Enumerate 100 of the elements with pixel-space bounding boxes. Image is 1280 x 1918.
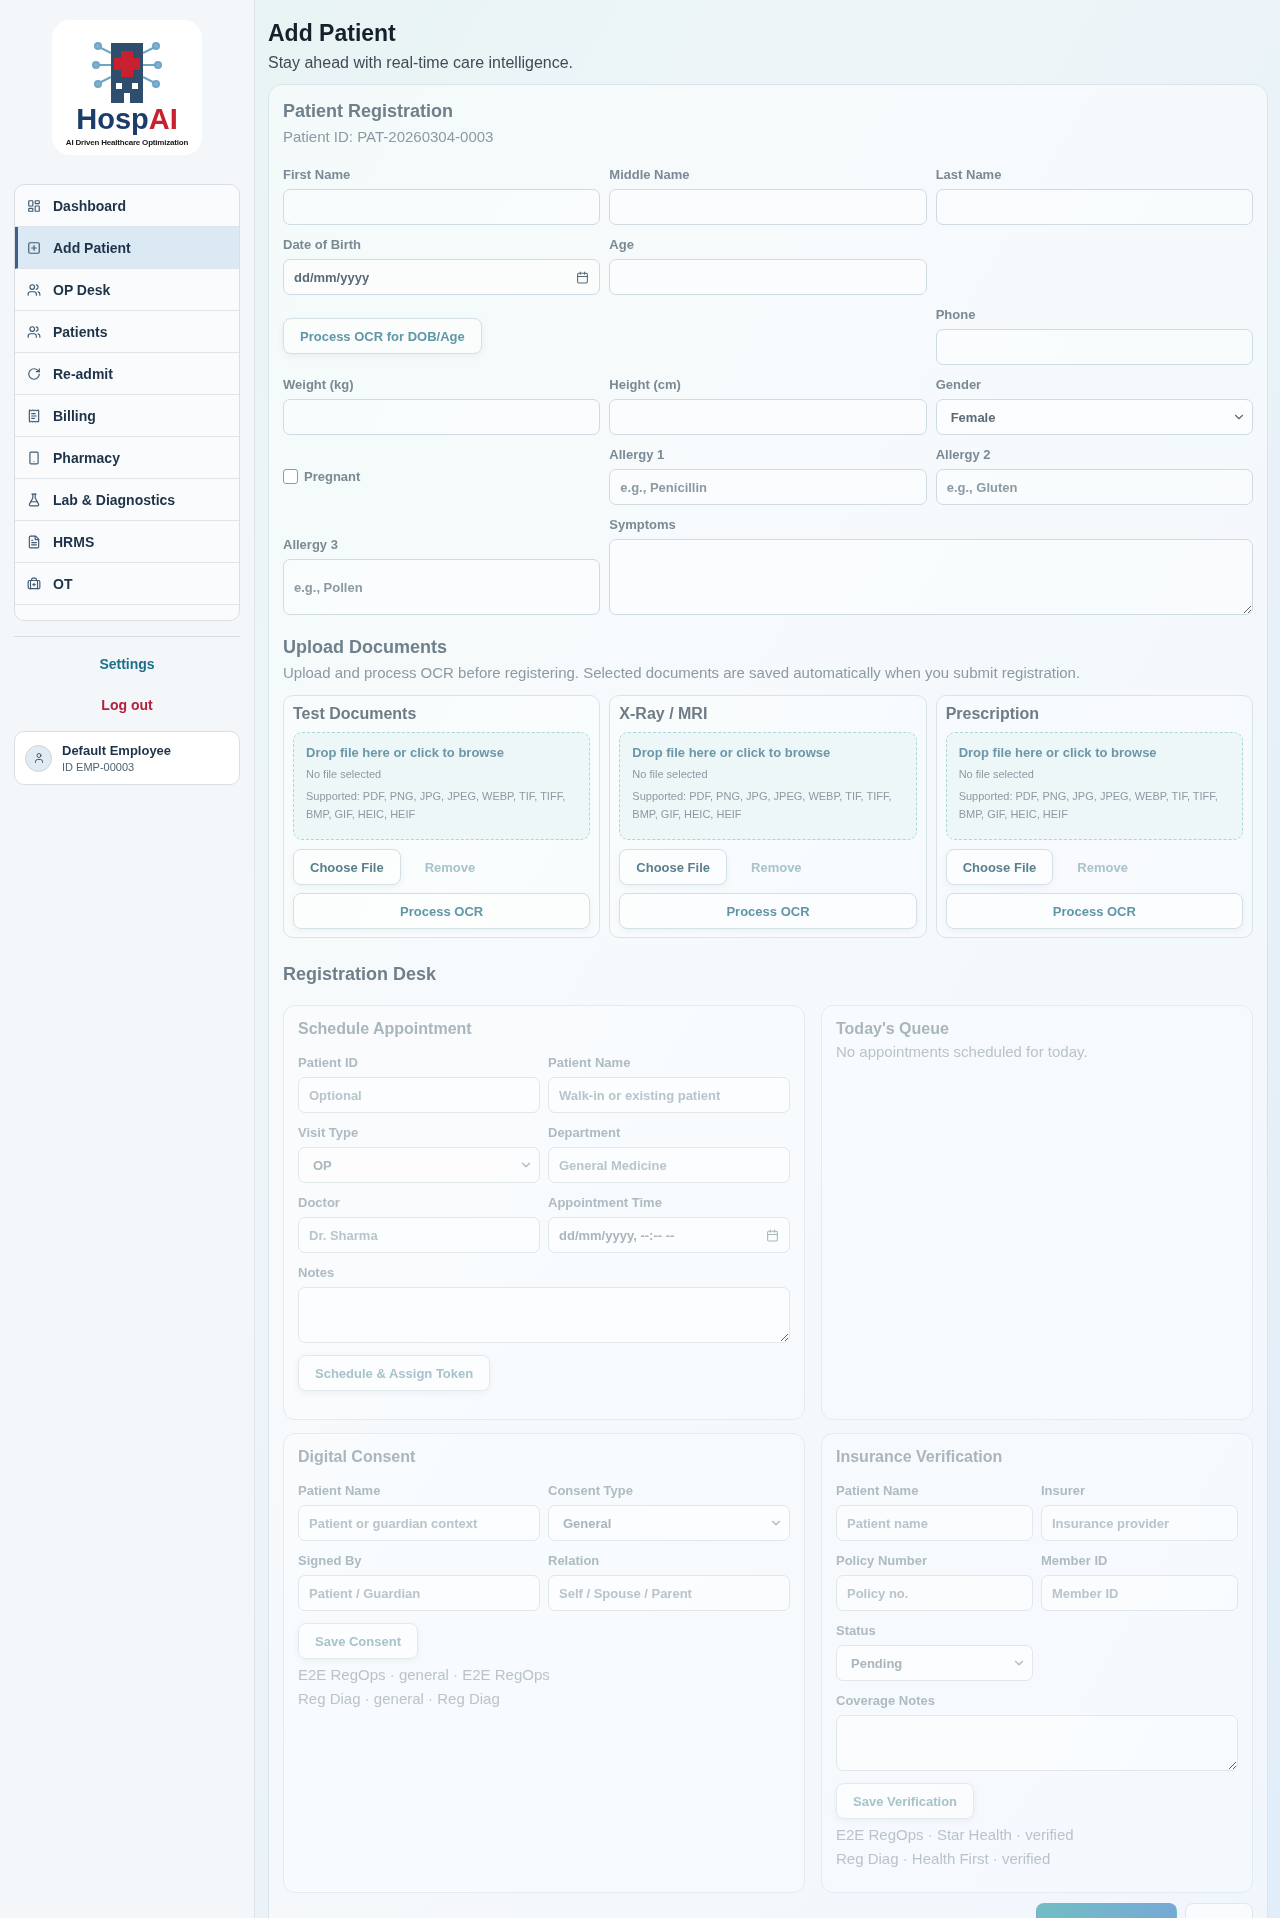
choose-file-button[interactable]: Choose File	[945, 849, 1054, 885]
action-button[interactable]: Save Verification	[836, 1783, 975, 1819]
text-area[interactable]	[298, 1287, 790, 1343]
field-label: Weight (kg)	[283, 377, 355, 392]
text-field[interactable]: Patient name	[836, 1505, 1033, 1541]
text-field[interactable]: Self / Spouse / Parent	[548, 1575, 790, 1611]
date-field[interactable]: dd/mm/yyyy, --:-- --	[548, 1217, 790, 1253]
field-label: Age	[609, 237, 635, 252]
drop-zone[interactable]: Drop file here or click to browse No file selected Supported: PDF, PNG, JPG, JPEG, WEBP, TIF, TIFF, BMP, GIF, HEIC, HEIF	[619, 732, 917, 840]
field-label: Signed By	[298, 1553, 363, 1568]
process-ocr-button[interactable]: Process OCR	[945, 893, 1243, 929]
panel-title: Schedule Appointment	[298, 1020, 473, 1038]
text-field[interactable]: Insurance provider	[1041, 1505, 1238, 1541]
nav-item[interactable]: Lab & Diagnostics	[15, 479, 239, 521]
field-label: Patient ID	[298, 1055, 359, 1070]
text-field[interactable]: Optional	[298, 1077, 540, 1113]
field-label: Member ID	[1041, 1553, 1109, 1568]
field-label: Department	[548, 1125, 622, 1140]
supported-formats: Supported: PDF, PNG, JPG, JPEG, WEBP, TIF, TIFF, BMP, GIF, HEIC, HEIF	[958, 789, 1219, 822]
text-field[interactable]	[609, 399, 927, 435]
nav-item[interactable]: Patients	[15, 311, 239, 353]
text-field[interactable]	[935, 329, 1253, 365]
process-ocr-button[interactable]: Process OCR for DOB/Age	[283, 318, 482, 354]
drop-zone[interactable]: Drop file here or click to browse No file selected Supported: PDF, PNG, JPG, JPEG, WEBP, TIF, TIFF, BMP, GIF, HEIC, HEIF	[945, 732, 1243, 840]
nav-item[interactable]: OT	[15, 563, 239, 605]
settings-link[interactable]: Settings	[99, 656, 155, 672]
field-label: Date of Birth	[283, 237, 362, 252]
field-label: Height (cm)	[609, 377, 682, 392]
text-field[interactable]: e.g., Penicillin	[609, 469, 927, 505]
field-label: Patient Name	[836, 1483, 920, 1498]
nav-item[interactable]: Re-admit	[15, 353, 239, 395]
field-label: Notes	[298, 1265, 336, 1280]
text-area[interactable]	[609, 539, 1253, 615]
text-field[interactable]: Patient or guardian context	[298, 1505, 540, 1541]
nav-icon	[27, 534, 41, 549]
action-button[interactable]: Save Consent	[298, 1623, 418, 1659]
field-label: Policy Number	[836, 1553, 929, 1568]
text-field[interactable]: General Medicine	[548, 1147, 790, 1183]
field-label: Doctor	[298, 1195, 341, 1210]
brand-wordmark: HospAI	[76, 105, 178, 134]
nav-item[interactable]: Add Patient	[15, 227, 239, 269]
nav-icon	[27, 366, 41, 381]
text-field[interactable]	[935, 189, 1253, 225]
field-label: Patient Name	[548, 1055, 632, 1070]
page-subtitle: Stay ahead with real-time care intelligence.	[268, 54, 575, 72]
file-status: No file selected	[958, 767, 1035, 782]
date-field[interactable]: dd/mm/yyyy	[283, 259, 601, 295]
record-entry: Reg Diag · Health First · verified	[836, 1849, 1052, 1869]
record-entry: E2E RegOps · Star Health · verified	[836, 1825, 1075, 1845]
text-field[interactable]: Policy no.	[836, 1575, 1033, 1611]
panel-title: Insurance Verification	[836, 1448, 1004, 1466]
select-field[interactable]: OP	[298, 1147, 540, 1183]
field-label: Patient Name	[298, 1483, 382, 1498]
field-label: Coverage Notes	[836, 1693, 936, 1708]
text-area[interactable]	[836, 1715, 1238, 1771]
field-label: Visit Type	[298, 1125, 360, 1140]
file-status: No file selected	[306, 767, 383, 782]
action-button[interactable]: Schedule & Assign Token	[298, 1355, 491, 1391]
nav-item[interactable]: Billing	[15, 395, 239, 437]
text-field[interactable]	[609, 189, 927, 225]
drop-zone[interactable]: Drop file here or click to browse No file selected Supported: PDF, PNG, JPG, JPEG, WEBP, TIF, TIFF, BMP, GIF, HEIC, HEIF	[293, 732, 591, 840]
text-field[interactable]: e.g., Pollen	[283, 559, 601, 615]
logout-link[interactable]: Log out	[101, 697, 153, 713]
pregnant-checkbox[interactable]: Pregnant	[283, 468, 601, 484]
section-title: Upload Documents	[283, 637, 448, 658]
card-title: X-Ray / MRI	[619, 705, 709, 723]
panel-title: Today's Queue	[836, 1020, 950, 1038]
text-field[interactable]: Dr. Sharma	[298, 1217, 540, 1253]
page-title: Add Patient	[268, 20, 397, 47]
select-field[interactable]: Female	[935, 399, 1253, 435]
field-label: Symptoms	[609, 517, 677, 532]
text-field[interactable]	[609, 259, 927, 295]
field-label: Consent Type	[548, 1483, 634, 1498]
nav-item[interactable]: Pharmacy	[15, 437, 239, 479]
field-label: Allergy 2	[935, 447, 992, 462]
drop-hint: Drop file here or click to browse	[958, 745, 1158, 760]
choose-file-button[interactable]: Choose File	[619, 849, 727, 885]
text-field[interactable]: Patient / Guardian	[298, 1575, 540, 1611]
process-ocr-button[interactable]: Process OCR	[619, 893, 917, 929]
text-field[interactable]: Walk-in or existing patient	[548, 1077, 790, 1113]
section-description: Upload and process OCR before registering. Selected documents are saved automatically when you submit registration.	[283, 664, 1082, 681]
process-ocr-button[interactable]: Process OCR	[293, 893, 591, 929]
choose-file-button[interactable]: Choose File	[293, 849, 401, 885]
field-label: Last Name	[935, 167, 1003, 182]
field-label: Relation	[548, 1553, 601, 1568]
calendar-icon	[766, 1228, 779, 1242]
select-field[interactable]: Pending	[836, 1645, 1033, 1681]
checkbox-box[interactable]	[283, 468, 298, 484]
text-field[interactable]	[283, 189, 601, 225]
user-id: ID EMP-00003	[62, 761, 136, 773]
nav-icon	[27, 240, 41, 255]
text-field[interactable]: e.g., Gluten	[935, 469, 1253, 505]
nav-icon	[27, 450, 41, 465]
select-field[interactable]: General	[548, 1505, 790, 1541]
field-label: Status	[836, 1623, 877, 1638]
text-field[interactable]: Member ID	[1041, 1575, 1238, 1611]
nav-item[interactable]: OP Desk	[15, 269, 239, 311]
nav-item[interactable]: HRMS	[15, 521, 239, 563]
text-field[interactable]	[283, 399, 601, 435]
section-title: Registration Desk	[283, 964, 438, 985]
